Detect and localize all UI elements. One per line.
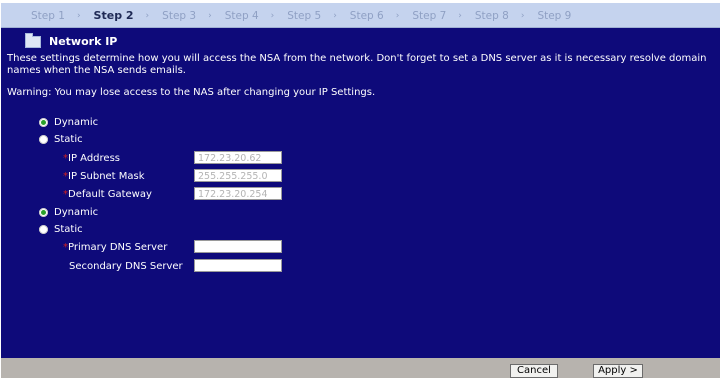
default-gateway-label: *Default Gateway (63, 189, 152, 200)
step-6: Step 6 (349, 9, 384, 22)
chevron-right-icon: › (458, 10, 462, 21)
ip-address-label-text: IP Address (68, 153, 120, 164)
step-4: Step 4 (224, 9, 259, 22)
step-5: Step 5 (287, 9, 322, 22)
chevron-right-icon: › (208, 10, 212, 21)
wizard-steps: Step 1 › Step 2 › Step 3 › Step 4 › Step… (31, 9, 571, 22)
ip-static-radio[interactable]: Static (39, 134, 83, 145)
cancel-button[interactable]: Cancel (510, 364, 558, 378)
ip-dynamic-radio[interactable]: Dynamic (39, 117, 98, 128)
chevron-right-icon: › (76, 10, 81, 21)
radio-selected-icon (39, 208, 48, 217)
primary-dns-label-text: Primary DNS Server (68, 242, 168, 253)
chevron-right-icon: › (520, 10, 525, 21)
dns-dynamic-label: Dynamic (54, 207, 99, 218)
subnet-mask-field[interactable]: 255.255.255.0 (194, 169, 282, 182)
default-gateway-field[interactable]: 172.23.20.254 (194, 187, 282, 200)
primary-dns-label: *Primary DNS Server (63, 242, 167, 253)
chevron-right-icon: › (395, 10, 400, 21)
step-2-current: Step 2 (93, 9, 134, 22)
step-3: Step 3 (162, 9, 197, 22)
primary-dns-field[interactable] (194, 240, 282, 253)
wizard-steps-bar: Step 1 › Step 2 › Step 3 › Step 4 › Step… (1, 3, 720, 28)
wizard-window: Step 1 › Step 2 › Step 3 › Step 4 › Step… (0, 0, 722, 378)
default-gateway-label-text: Default Gateway (68, 189, 152, 200)
apply-button[interactable]: Apply > (593, 364, 643, 378)
ip-static-label: Static (54, 134, 83, 145)
chevron-right-icon: › (333, 10, 337, 21)
subnet-mask-label-text: IP Subnet Mask (68, 171, 145, 182)
ip-dynamic-label: Dynamic (54, 117, 99, 128)
ip-address-field[interactable]: 172.23.20.62 (194, 151, 282, 164)
folder-icon (25, 32, 41, 48)
radio-unselected-icon (39, 225, 48, 234)
step-7: Step 7 (412, 9, 447, 22)
dns-static-label: Static (54, 224, 83, 235)
warning-text: Warning: You may lose access to the NAS … (7, 87, 376, 98)
section-title: Network IP (25, 32, 118, 48)
subnet-mask-label: *IP Subnet Mask (63, 171, 145, 182)
chevron-right-icon: › (270, 10, 275, 21)
wizard-footer: Cancel Apply > (1, 358, 720, 378)
secondary-dns-field[interactable] (194, 259, 282, 272)
dns-dynamic-radio[interactable]: Dynamic (39, 207, 98, 218)
radio-selected-icon (39, 118, 48, 127)
step-1: Step 1 (31, 9, 65, 22)
radio-unselected-icon (39, 135, 48, 144)
step-8: Step 8 (474, 9, 509, 22)
section-description: These settings determine how you will ac… (7, 53, 707, 76)
chevron-right-icon: › (145, 10, 150, 21)
section-title-text: Network IP (49, 35, 118, 48)
dns-static-radio[interactable]: Static (39, 224, 83, 235)
secondary-dns-label: Secondary DNS Server (69, 261, 183, 272)
ip-address-label: *IP Address (63, 153, 120, 164)
step-9: Step 9 (537, 9, 572, 22)
network-ip-panel: Network IP These settings determine how … (1, 28, 720, 358)
